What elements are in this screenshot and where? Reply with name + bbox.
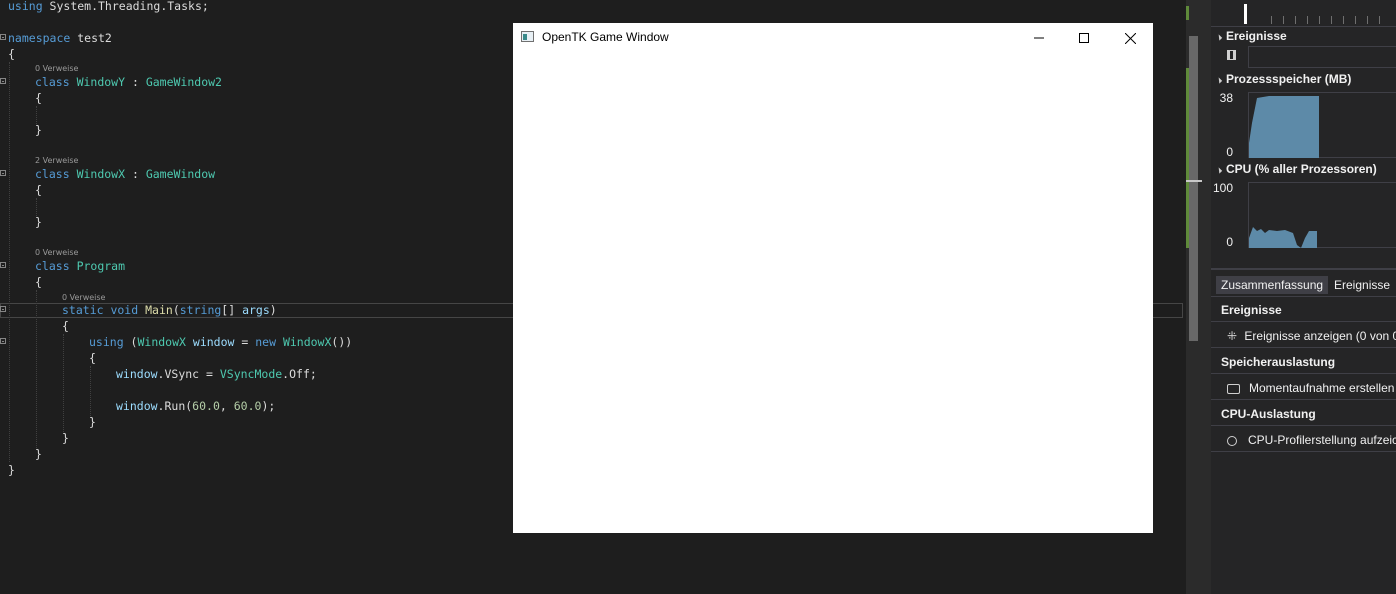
code-line: } [89, 415, 96, 429]
timeline-cursor[interactable] [1244, 4, 1247, 24]
cpu-profiling-toggle[interactable]: CPU-Profilerstellung aufzeic [1227, 433, 1396, 447]
indent-guide [9, 62, 10, 462]
section-cpu[interactable]: CPU (% aller Prozessoren) [1215, 162, 1377, 176]
cpu-area [1249, 227, 1317, 248]
fold-toggle[interactable] [0, 34, 6, 40]
fold-toggle[interactable] [0, 170, 6, 176]
close-icon [1124, 32, 1136, 44]
close-button[interactable] [1107, 23, 1153, 53]
app-icon [521, 31, 534, 42]
code-line: { [35, 91, 42, 105]
game-render-surface[interactable] [513, 53, 1153, 533]
code-line: { [89, 351, 96, 365]
indent-guide [90, 366, 91, 418]
section-events[interactable]: Ereignisse [1215, 29, 1287, 43]
code-line: } [8, 463, 15, 477]
caret-position-marker [1186, 180, 1202, 182]
window-title: OpenTK Game Window [542, 30, 669, 44]
cpu-y-max: 100 [1212, 181, 1233, 195]
pause-icon[interactable] [1227, 50, 1236, 60]
code-line: static void Main(string[] args) [62, 303, 277, 317]
code-line: class Program [35, 259, 126, 273]
change-marker [1186, 6, 1189, 20]
code-line: window.VSync = VSyncMode.Off; [116, 367, 317, 381]
show-events-link[interactable]: ⁜ Ereignisse anzeigen (0 von 0 [1227, 329, 1396, 343]
code-line: { [8, 47, 15, 61]
tab-summary[interactable]: Zusammenfassung [1216, 276, 1329, 294]
memory-area [1249, 96, 1319, 158]
code-line: } [35, 447, 42, 461]
fold-toggle[interactable] [0, 338, 6, 344]
code-line: { [35, 275, 42, 289]
section-process-memory[interactable]: Prozessspeicher (MB) [1215, 72, 1351, 86]
indent-guide [63, 334, 64, 434]
codelens-references[interactable]: 0 Verweise [35, 248, 78, 258]
memory-y-max: 38 [1219, 91, 1233, 105]
code-line: namespace test2 [8, 31, 112, 45]
tab-events[interactable]: Ereignisse [1334, 278, 1390, 292]
code-line: class WindowX : GameWindow [35, 167, 216, 181]
editor-vertical-scrollbar[interactable] [1186, 0, 1202, 594]
code-line: class WindowY : GameWindow2 [35, 75, 222, 89]
cpu-y-min: 0 [1226, 235, 1233, 249]
memory-y-min: 0 [1226, 145, 1233, 159]
scrollbar-thumb[interactable] [1189, 36, 1198, 341]
header-events: Ereignisse [1221, 303, 1282, 317]
maximize-button[interactable] [1061, 23, 1107, 53]
code-line: { [35, 183, 42, 197]
events-icon: ⁜ [1227, 329, 1238, 343]
codelens-references[interactable]: 0 Verweise [35, 64, 78, 74]
events-track [1248, 46, 1396, 68]
diagnostic-tools-panel: Ereignisse Prozessspeicher (MB) 38 0 CPU… [1211, 0, 1396, 594]
header-cpu-usage: CPU-Auslastung [1221, 407, 1316, 421]
indent-guide [36, 290, 37, 450]
take-snapshot-button[interactable]: Momentaufnahme erstellen [1227, 381, 1394, 395]
cpu-chart [1248, 182, 1396, 248]
header-memory-usage: Speicherauslastung [1221, 355, 1336, 369]
codelens-references[interactable]: 2 Verweise [35, 156, 78, 166]
code-line: } [35, 215, 42, 229]
timeline-ruler[interactable] [1211, 0, 1396, 27]
code-line: { [62, 319, 69, 333]
code-line: using System.Threading.Tasks; [8, 0, 209, 13]
code-line: using (WindowX window = new WindowX()) [89, 335, 353, 349]
code-line: window.Run(60.0, 60.0); [116, 399, 276, 413]
code-line: } [35, 123, 42, 137]
camera-icon [1227, 383, 1240, 394]
maximize-icon [1079, 33, 1089, 43]
minimize-button[interactable] [1016, 23, 1062, 53]
code-line: } [62, 431, 69, 445]
fold-toggle[interactable] [0, 78, 6, 84]
memory-chart [1248, 92, 1396, 158]
record-icon [1227, 435, 1237, 446]
opentk-game-window[interactable]: OpenTK Game Window [513, 23, 1153, 533]
fold-toggle[interactable] [0, 262, 6, 268]
minimize-icon [1034, 37, 1044, 39]
fold-toggle[interactable] [0, 306, 6, 312]
